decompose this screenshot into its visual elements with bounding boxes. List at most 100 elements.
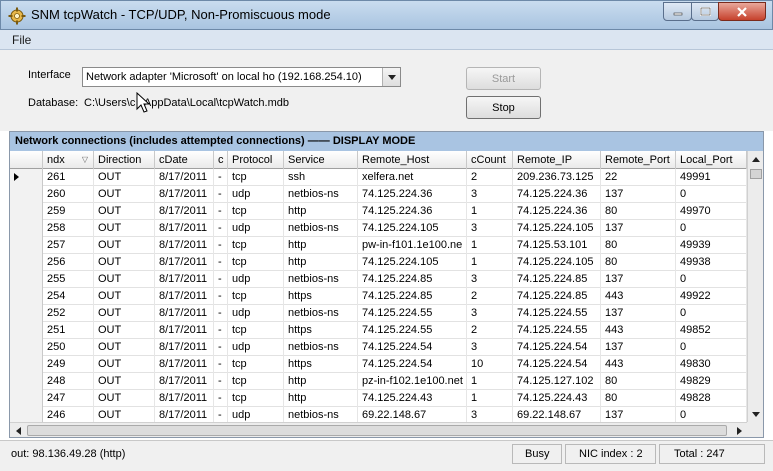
column-header-service[interactable]: Service [284, 151, 358, 169]
cell-protocol: udp [228, 186, 284, 203]
column-header-protocol[interactable]: Protocol [228, 151, 284, 169]
table-row[interactable]: 248 OUT 8/17/2011- tcp http pz-in-f102.1e100.… [10, 373, 747, 390]
table-row[interactable]: 256 OUT 8/17/2011- tcp http 74.125.224.105 1 74… [10, 254, 747, 271]
scroll-left-button[interactable] [10, 423, 26, 437]
cell-direction: OUT [94, 220, 155, 237]
table-row[interactable]: 251 OUT 8/17/2011- tcp https 74.125.224.55 2 74… [10, 322, 747, 339]
column-header-ndx[interactable]: ndx ▽ [43, 151, 94, 169]
scroll-right-button[interactable] [731, 423, 747, 437]
cell-cdate: 8/17/2011 [155, 373, 214, 390]
cell-c: - [214, 169, 228, 186]
cell-protocol: tcp [228, 288, 284, 305]
cell-remote-port: 137 [601, 305, 676, 322]
table-row[interactable]: 246 OUT 8/17/2011- udp netbios-ns 69.22.148.6… [10, 407, 747, 422]
close-button[interactable] [718, 2, 766, 21]
column-header-remote-host[interactable]: Remote_Host [358, 151, 467, 169]
cell-ccount: 1 [467, 203, 513, 220]
interface-dropdown[interactable]: Network adapter 'Microsoft' on local ho … [82, 67, 401, 87]
column-header-remote-port[interactable]: Remote_Port [601, 151, 676, 169]
cell-protocol: udp [228, 220, 284, 237]
row-selector[interactable] [10, 271, 43, 288]
table-row[interactable]: 252 OUT 8/17/2011- udp netbios-ns 74.125.224.… [10, 305, 747, 322]
cell-c: - [214, 186, 228, 203]
cell-cdate: 8/17/2011 [155, 237, 214, 254]
dropdown-arrow-button[interactable] [382, 68, 400, 86]
row-selector[interactable] [10, 305, 43, 322]
scroll-down-button[interactable] [748, 406, 763, 422]
cell-service: https [284, 322, 358, 339]
column-header-cdate[interactable]: cDate [155, 151, 214, 169]
column-header-remote-ip[interactable]: Remote_IP [513, 151, 601, 169]
cell-remote-host: 69.22.148.67 [358, 407, 467, 422]
row-selector[interactable] [10, 186, 43, 203]
cell-c: - [214, 322, 228, 339]
grid-header-row: ndx ▽ Direction cDate c Protocol Service Remote… [10, 151, 747, 169]
column-header-local-port[interactable]: Local_Port [676, 151, 747, 169]
cell-protocol: udp [228, 339, 284, 356]
cell-direction: OUT [94, 203, 155, 220]
row-selector[interactable] [10, 288, 43, 305]
cell-protocol: tcp [228, 390, 284, 407]
cell-service: http [284, 237, 358, 254]
cell-ccount: 2 [467, 322, 513, 339]
table-row[interactable]: 250 OUT 8/17/2011- udp netbios-ns 74.125.224.… [10, 339, 747, 356]
column-header-direction[interactable]: Direction [94, 151, 155, 169]
cell-direction: OUT [94, 305, 155, 322]
start-button[interactable]: Start [466, 67, 541, 90]
table-row[interactable]: 258 OUT 8/17/2011- udp netbios-ns 74.125.224.… [10, 220, 747, 237]
title-bar: SNM tcpWatch - TCP/UDP, Non-Promiscuous … [0, 0, 773, 30]
row-selector[interactable] [10, 390, 43, 407]
column-header-label: ndx [47, 154, 65, 166]
horizontal-scroll-thumb[interactable] [27, 425, 727, 436]
stop-button[interactable]: Stop [466, 96, 541, 119]
row-selector[interactable] [10, 407, 43, 422]
table-row[interactable]: 254 OUT 8/17/2011- tcp https 74.125.224.85 2 74… [10, 288, 747, 305]
scroll-up-button[interactable] [748, 151, 763, 167]
table-row[interactable]: 249 OUT 8/17/2011- tcp https 74.125.224.54 10 7… [10, 356, 747, 373]
row-selector[interactable] [10, 254, 43, 271]
arrow-down-icon [752, 411, 760, 417]
row-selector[interactable] [10, 169, 43, 186]
table-row[interactable]: 260 OUT 8/17/2011- udp netbios-ns 74.125.224.… [10, 186, 747, 203]
scroll-corner [747, 422, 763, 437]
row-selector[interactable] [10, 220, 43, 237]
table-row[interactable]: 261 OUT 8/17/2011- tcp ssh xelfera.net 2 209.23… [10, 169, 747, 186]
row-selector[interactable] [10, 322, 43, 339]
row-selector[interactable] [10, 356, 43, 373]
row-selector[interactable] [10, 373, 43, 390]
cell-service: http [284, 390, 358, 407]
cell-service: http [284, 203, 358, 220]
cell-local-port: 49970 [676, 203, 747, 220]
cell-c: - [214, 220, 228, 237]
column-header-ccount[interactable]: cCount [467, 151, 513, 169]
column-header-c[interactable]: c [214, 151, 228, 169]
mouse-cursor-icon [136, 92, 151, 113]
minimize-button[interactable] [663, 2, 692, 21]
table-row[interactable]: 255 OUT 8/17/2011- udp netbios-ns 74.125.224.… [10, 271, 747, 288]
table-row[interactable]: 247 OUT 8/17/2011- tcp http 74.125.224.43 1 74.… [10, 390, 747, 407]
cell-remote-port: 137 [601, 271, 676, 288]
cell-local-port: 49922 [676, 288, 747, 305]
vertical-scroll-thumb[interactable] [750, 169, 762, 179]
cell-service: netbios-ns [284, 339, 358, 356]
cell-c: - [214, 356, 228, 373]
cell-ccount: 3 [467, 407, 513, 422]
row-selector[interactable] [10, 237, 43, 254]
column-header-label: Service [288, 154, 325, 166]
row-selector[interactable] [10, 339, 43, 356]
cell-c: - [214, 390, 228, 407]
row-selector[interactable] [10, 203, 43, 220]
cell-ndx: 254 [43, 288, 94, 305]
column-header-label: cDate [159, 154, 188, 166]
cell-ccount: 2 [467, 169, 513, 186]
cell-ndx: 255 [43, 271, 94, 288]
vertical-scrollbar[interactable] [747, 151, 763, 422]
cell-cdate: 8/17/2011 [155, 407, 214, 422]
maximize-button[interactable] [691, 2, 719, 21]
horizontal-scrollbar[interactable] [10, 422, 747, 437]
cell-local-port: 49852 [676, 322, 747, 339]
cell-remote-port: 80 [601, 390, 676, 407]
menu-file[interactable]: File [12, 33, 31, 47]
table-row[interactable]: 259 OUT 8/17/2011- tcp http 74.125.224.36 1 74.… [10, 203, 747, 220]
table-row[interactable]: 257 OUT 8/17/2011- tcp http pw-in-f101.1e100.… [10, 237, 747, 254]
